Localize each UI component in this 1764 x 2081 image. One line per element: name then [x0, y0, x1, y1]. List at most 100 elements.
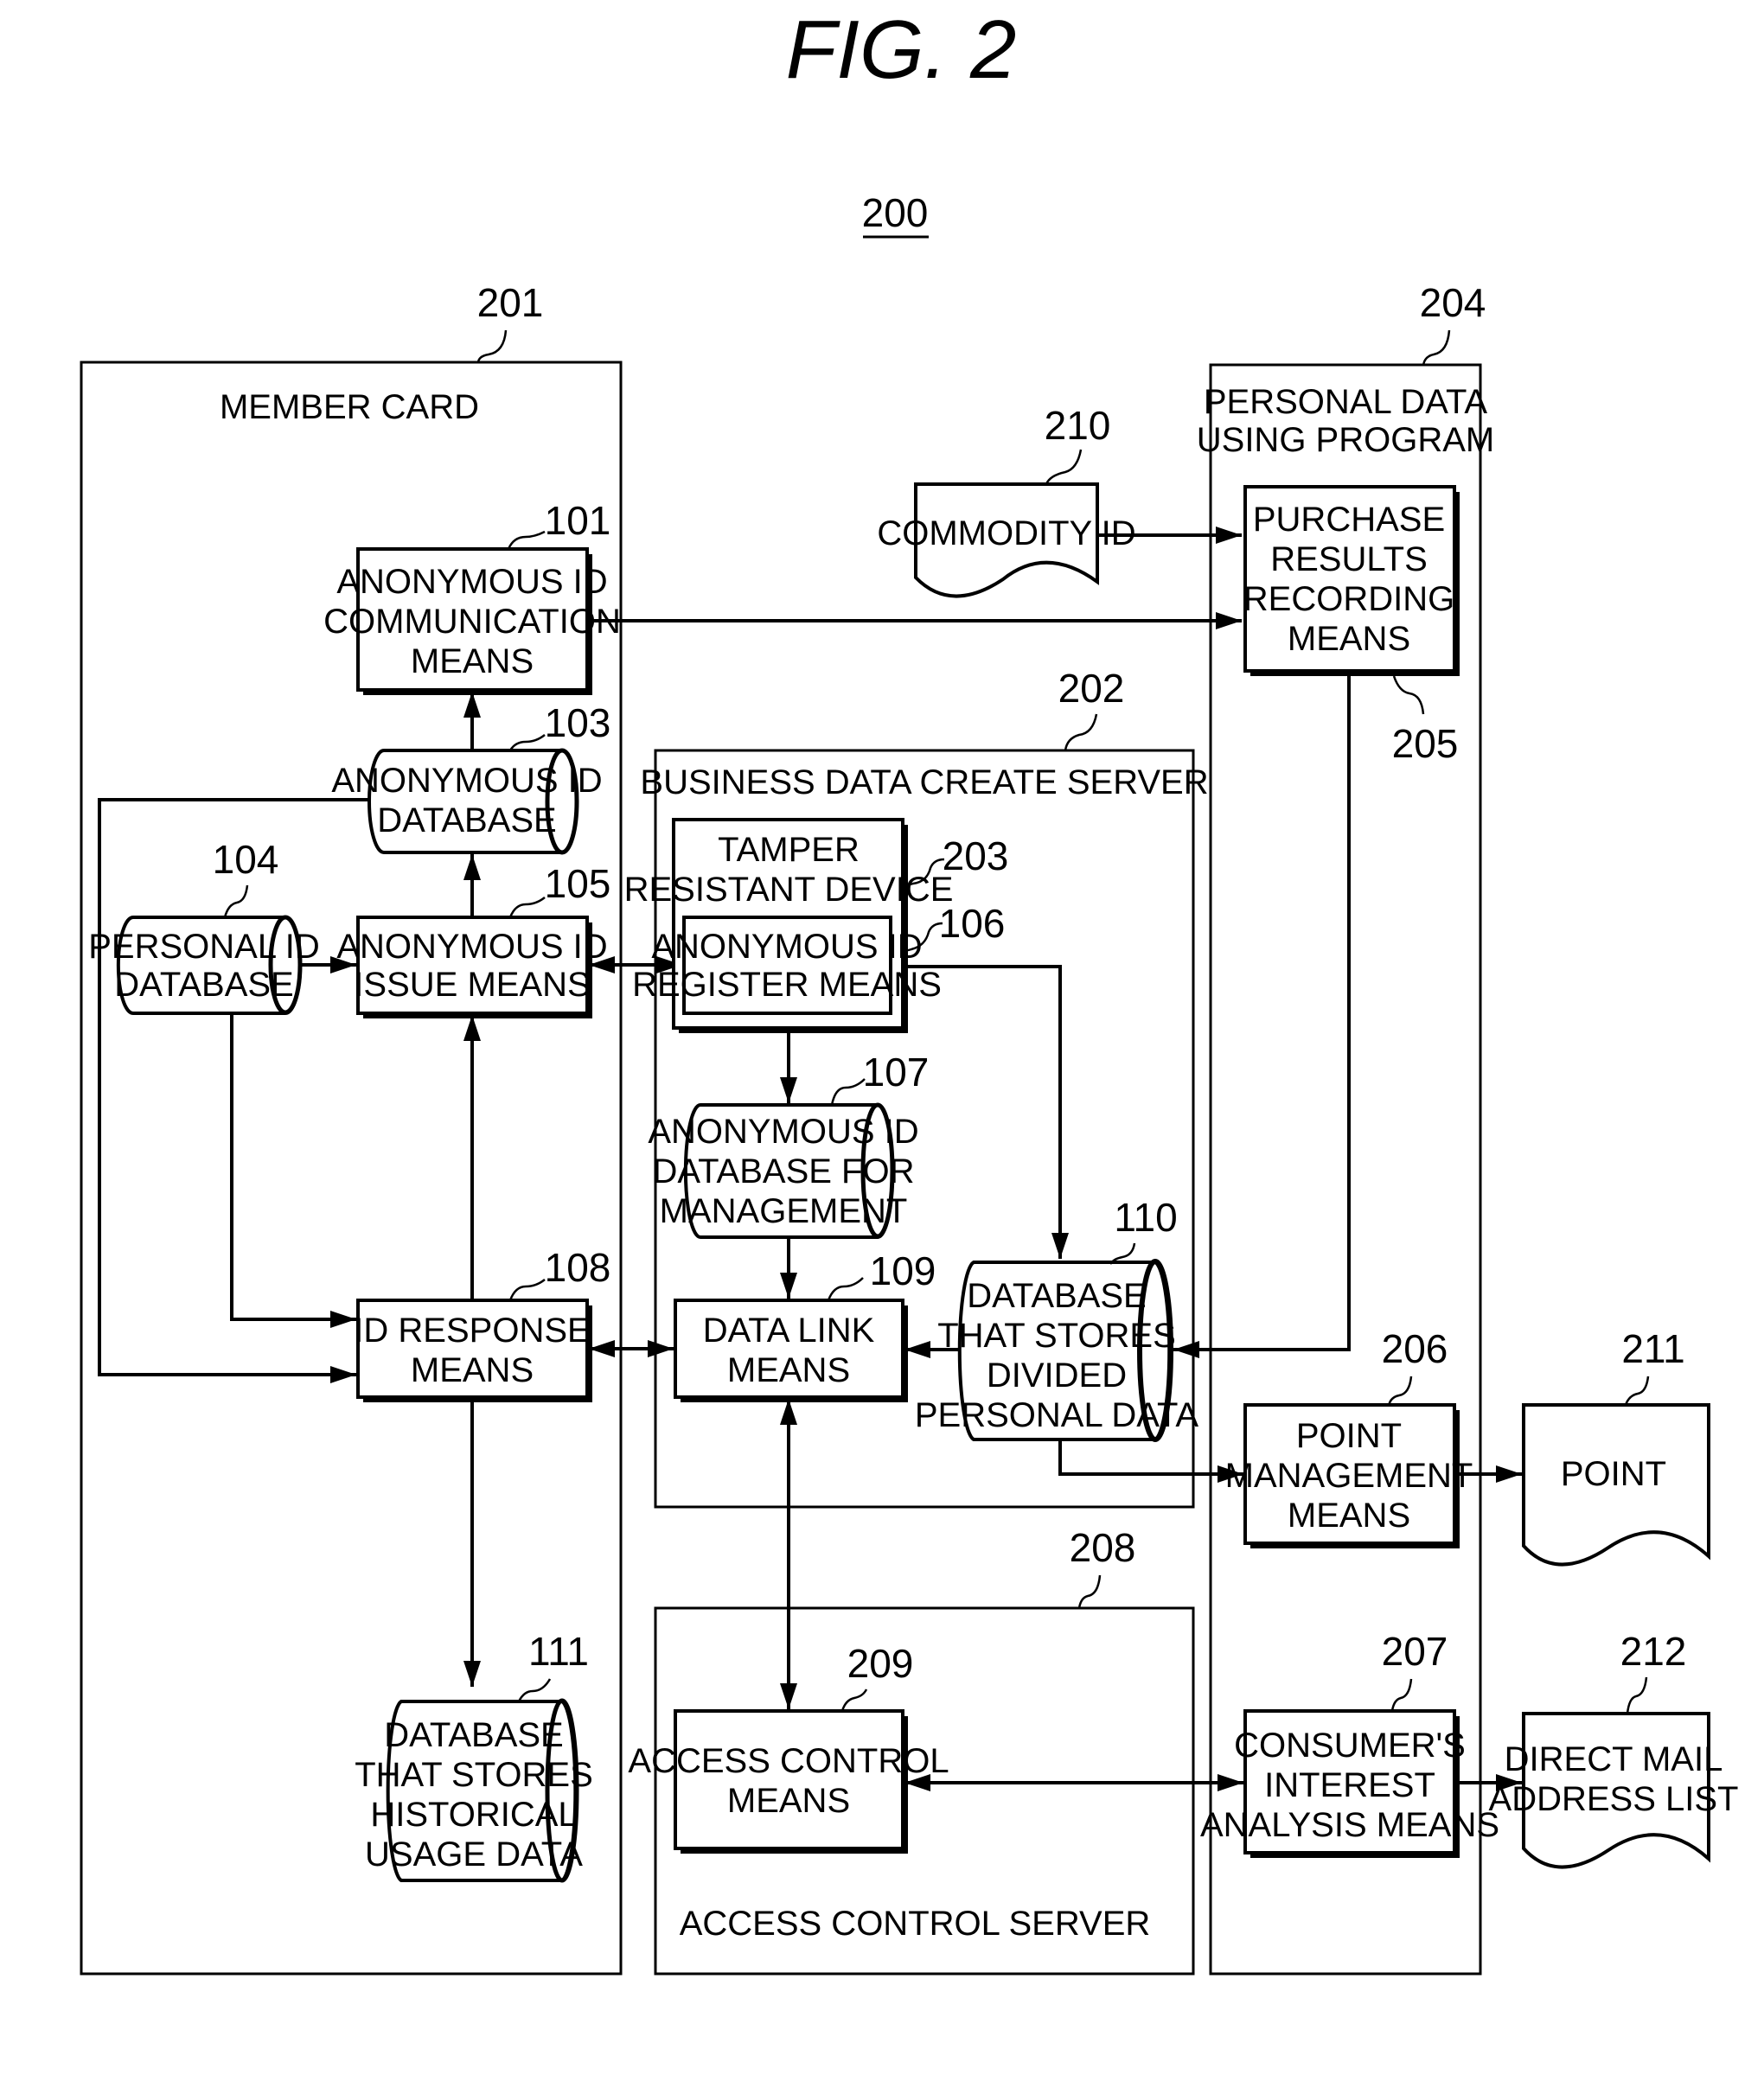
block-207-line-3: ANALYSIS MEANS	[1200, 1806, 1499, 1844]
ref-201: 201	[477, 280, 544, 325]
block-207-line-1: CONSUMER'S	[1234, 1727, 1466, 1765]
block-101-line-2: COMMUNICATION	[323, 603, 621, 641]
document-211-point: POINT 211	[1522, 1326, 1710, 1567]
ref-203: 203	[943, 833, 1009, 878]
ref-109: 109	[870, 1248, 936, 1293]
arrow-104-to-108	[230, 1013, 356, 1328]
block-206-point-management-means: POINT MANAGEMENT MEANS 206	[1225, 1326, 1473, 1548]
ref-107: 107	[863, 1050, 930, 1095]
leader-211	[1624, 1376, 1650, 1406]
leader-104	[223, 884, 249, 918]
block-101-line-1: ANONYMOUS ID	[336, 563, 607, 601]
block-104-line-1: PERSONAL ID	[88, 928, 319, 966]
block-107-line-2: DATABASE FOR	[652, 1152, 914, 1191]
block-103-line-2: DATABASE	[377, 801, 556, 839]
leader-111	[517, 1678, 552, 1702]
ref-202: 202	[1058, 666, 1125, 711]
block-104-line-2: DATABASE	[114, 966, 293, 1004]
block-206-line-3: MEANS	[1288, 1497, 1410, 1535]
member-card-label: MEMBER CARD	[220, 388, 479, 426]
leader-212	[1626, 1676, 1648, 1714]
block-101-line-3: MEANS	[411, 642, 534, 680]
block-109-data-link-means: DATA LINK MEANS 109	[674, 1248, 936, 1402]
ref-101: 101	[545, 498, 611, 543]
ref-207: 207	[1382, 1629, 1448, 1674]
block-105-line-1: ANONYMOUS ID	[336, 928, 607, 966]
access-server-label: ACCESS CONTROL SERVER	[680, 1905, 1151, 1943]
block-105-line-2: ISSUE MEANS	[354, 966, 590, 1004]
block-212-line-2: ADDRESS LIST	[1489, 1780, 1739, 1818]
leader-205	[1392, 675, 1425, 715]
leader-204	[1422, 329, 1451, 366]
ref-105: 105	[545, 861, 611, 906]
arrow-110-to-206	[1058, 1439, 1243, 1483]
tamper-device-line-1: TAMPER	[718, 831, 860, 869]
block-111-line-1: DATABASE	[384, 1716, 563, 1754]
ref-110: 110	[1114, 1195, 1177, 1240]
ref-209: 209	[847, 1641, 914, 1686]
ref-210: 210	[1045, 403, 1111, 448]
block-212-line-1: DIRECT MAIL	[1505, 1740, 1723, 1778]
ref-103: 103	[545, 700, 611, 745]
ref-204: 204	[1420, 280, 1486, 325]
arrow-103-to-108	[98, 798, 368, 1383]
document-210-commodity-id: COMMODITY ID 210	[877, 403, 1136, 598]
block-110-line-4: PERSONAL DATA	[915, 1396, 1199, 1434]
block-106-line-1: ANONYMOUS ID	[651, 928, 922, 966]
leader-101	[507, 530, 546, 550]
block-101-anonymous-id-communication-means: ANONYMOUS ID COMMUNICATION MEANS 101	[323, 498, 621, 695]
ref-206: 206	[1382, 1326, 1448, 1371]
block-106-anonymous-id-register-means: ANONYMOUS ID REGISTER MEANS 106	[632, 901, 1006, 1015]
block-206-line-2: MANAGEMENT	[1225, 1457, 1473, 1495]
block-207-line-2: INTEREST	[1264, 1766, 1435, 1804]
personal-program-label-2: USING PROGRAM	[1197, 421, 1494, 459]
block-209-line-2: MEANS	[727, 1782, 850, 1820]
leader-207	[1390, 1678, 1413, 1712]
block-205-line-1: PURCHASE	[1253, 501, 1445, 539]
leader-208	[1077, 1574, 1102, 1609]
block-111-line-4: USAGE DATA	[365, 1835, 583, 1874]
ref-106: 106	[939, 901, 1006, 946]
block-111-line-3: HISTORICAL	[370, 1796, 577, 1834]
leader-105	[508, 897, 546, 918]
ref-111: 111	[528, 1629, 589, 1674]
business-server-label: BUSINESS DATA CREATE SERVER	[640, 763, 1208, 801]
cylinder-104-personal-id-database: PERSONAL ID DATABASE 104	[88, 837, 320, 1015]
block-110-line-1: DATABASE	[967, 1277, 1146, 1315]
ref-108: 108	[545, 1245, 611, 1290]
leader-209	[840, 1688, 868, 1712]
block-205-line-4: MEANS	[1288, 620, 1410, 658]
block-108-line-2: MEANS	[411, 1351, 534, 1389]
leader-202	[1064, 713, 1098, 751]
system-ref: 200	[862, 190, 929, 235]
block-211-line-1: POINT	[1561, 1455, 1666, 1493]
leader-107	[830, 1078, 866, 1106]
block-111-line-2: THAT STORES	[355, 1756, 593, 1794]
block-107-line-1: ANONYMOUS ID	[648, 1113, 918, 1151]
tamper-device-line-2: RESISTANT DEVICE	[624, 871, 954, 909]
ref-205: 205	[1392, 721, 1459, 766]
leader-210	[1045, 449, 1083, 485]
block-109-line-2: MEANS	[727, 1351, 850, 1389]
block-110-line-2: THAT STORES	[937, 1317, 1176, 1355]
block-210-line-1: COMMODITY ID	[877, 514, 1135, 552]
block-108-id-response-means: ID RESPONSE MEANS 108	[354, 1245, 610, 1402]
cylinder-110-divided-personal-data-database: DATABASE THAT STORES DIVIDED PERSONAL DA…	[915, 1195, 1199, 1442]
figure-title: FIG. 2	[786, 3, 1017, 96]
block-205-line-2: RESULTS	[1270, 540, 1428, 578]
block-205-purchase-results-recording-means: PURCHASE RESULTS RECORDING MEANS 205	[1243, 485, 1460, 766]
ref-212: 212	[1620, 1629, 1687, 1674]
block-109-line-1: DATA LINK	[703, 1312, 875, 1350]
block-110-line-3: DIVIDED	[987, 1356, 1127, 1395]
block-206-line-1: POINT	[1296, 1417, 1402, 1455]
block-diagram: FIG. 2 200 MEMBER CARD 201 PERSONAL DATA…	[80, 3, 1739, 1976]
ref-208: 208	[1070, 1525, 1136, 1570]
block-207-consumers-interest-analysis-means: CONSUMER'S INTEREST ANALYSIS MEANS 207	[1200, 1629, 1499, 1858]
personal-program-label-1: PERSONAL DATA	[1204, 383, 1488, 421]
block-103-line-1: ANONYMOUS ID	[331, 762, 602, 800]
leader-206	[1387, 1376, 1413, 1407]
block-205-line-3: RECORDING	[1243, 580, 1454, 618]
block-209-line-1: ACCESS CONTROL	[628, 1742, 949, 1780]
block-108-line-1: ID RESPONSE	[354, 1312, 590, 1350]
leader-201	[476, 329, 508, 364]
